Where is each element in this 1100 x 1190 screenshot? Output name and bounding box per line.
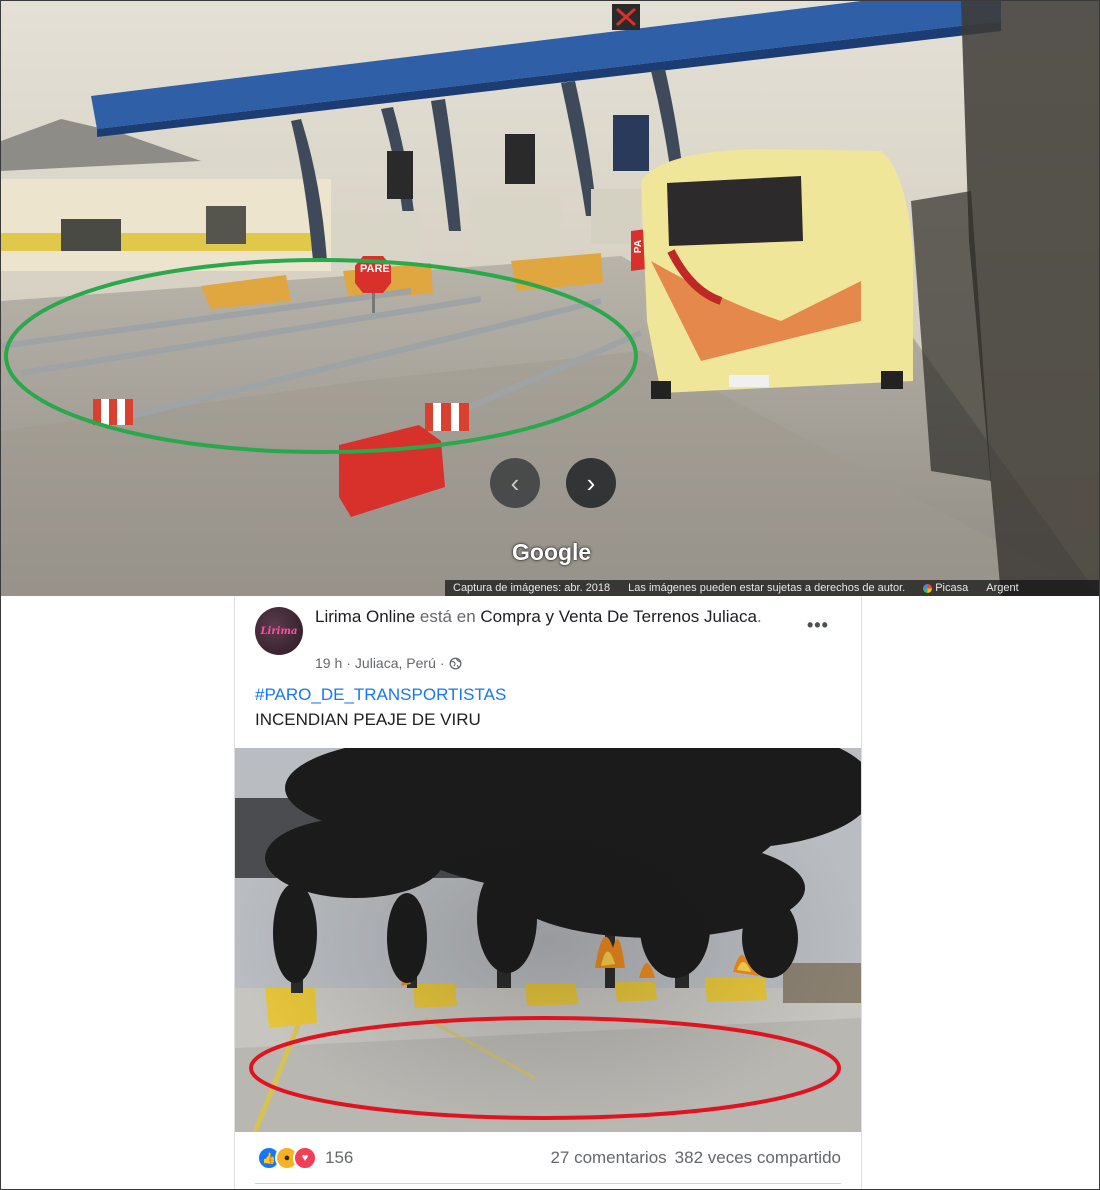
previous-image-button[interactable]: ‹	[490, 458, 540, 508]
copyright-notice[interactable]: Las imágenes pueden estar sujetas a dere…	[628, 582, 905, 594]
capture-date: Captura de imágenes: abr. 2018	[453, 582, 611, 594]
page-background-right	[860, 597, 1100, 1189]
post-text: INCENDIAN PEAJE DE VIRU	[255, 710, 481, 729]
globe-icon[interactable]	[449, 657, 462, 670]
post-stats: 27 comentarios 382 veces compartido	[550, 1148, 841, 1168]
stop-sign-label-right: PA	[633, 239, 645, 254]
meta-separator-2: ·	[439, 655, 445, 671]
comments-count[interactable]: 27 comentarios	[550, 1148, 666, 1168]
shares-count[interactable]: 382 veces compartido	[675, 1148, 841, 1168]
divider	[255, 1183, 841, 1184]
hashtag-link[interactable]: #PARO_DE_TRANSPORTISTAS	[255, 685, 506, 705]
next-image-button[interactable]: ›	[566, 458, 616, 508]
picasa-icon	[923, 583, 933, 593]
stop-sign-label-left: PARE	[360, 263, 390, 275]
burning-toll-photo	[235, 748, 861, 1132]
page-background-left	[0, 597, 234, 1189]
region-label[interactable]: Argent	[986, 582, 1018, 594]
street-view-image	[1, 1, 1099, 596]
avatar-logo-text: Lirima	[260, 625, 298, 637]
facebook-post: Lirima Lirima Online está en Compra y Ve…	[234, 597, 862, 1189]
love-icon: ♥	[293, 1146, 317, 1170]
post-verb: está en	[415, 607, 481, 626]
google-logo: Google	[512, 539, 592, 565]
reactions-summary[interactable]: 👍 ● ♥ 156	[257, 1146, 353, 1170]
avatar[interactable]: Lirima	[255, 607, 303, 655]
chevron-right-icon: ›	[586, 467, 596, 498]
post-meta: 19 h · Juliaca, Perú ·	[315, 655, 462, 671]
street-view-footer: Captura de imágenes: abr. 2018 Las imáge…	[445, 580, 1099, 596]
meta-separator: ·	[346, 655, 351, 671]
author-name[interactable]: Lirima Online	[315, 607, 415, 626]
post-header: Lirima Online está en Compra y Venta De …	[315, 605, 785, 628]
group-suffix: .	[756, 607, 762, 626]
more-options-button[interactable]: •••	[807, 615, 829, 636]
reaction-count: 156	[325, 1148, 354, 1167]
group-name[interactable]: Compra y Venta De Terrenos Juliaca	[480, 607, 757, 626]
post-time[interactable]: 19 h	[315, 655, 342, 671]
post-photo[interactable]	[235, 748, 861, 1132]
post-location[interactable]: Juliaca, Perú	[355, 655, 436, 671]
picasa-label: Picasa	[935, 582, 969, 594]
street-view-panel[interactable]: PARE PA ‹ › Google Captura de imágenes: …	[1, 1, 1099, 596]
picasa-link[interactable]: Picasa	[923, 582, 968, 594]
chevron-left-icon: ‹	[510, 467, 520, 498]
